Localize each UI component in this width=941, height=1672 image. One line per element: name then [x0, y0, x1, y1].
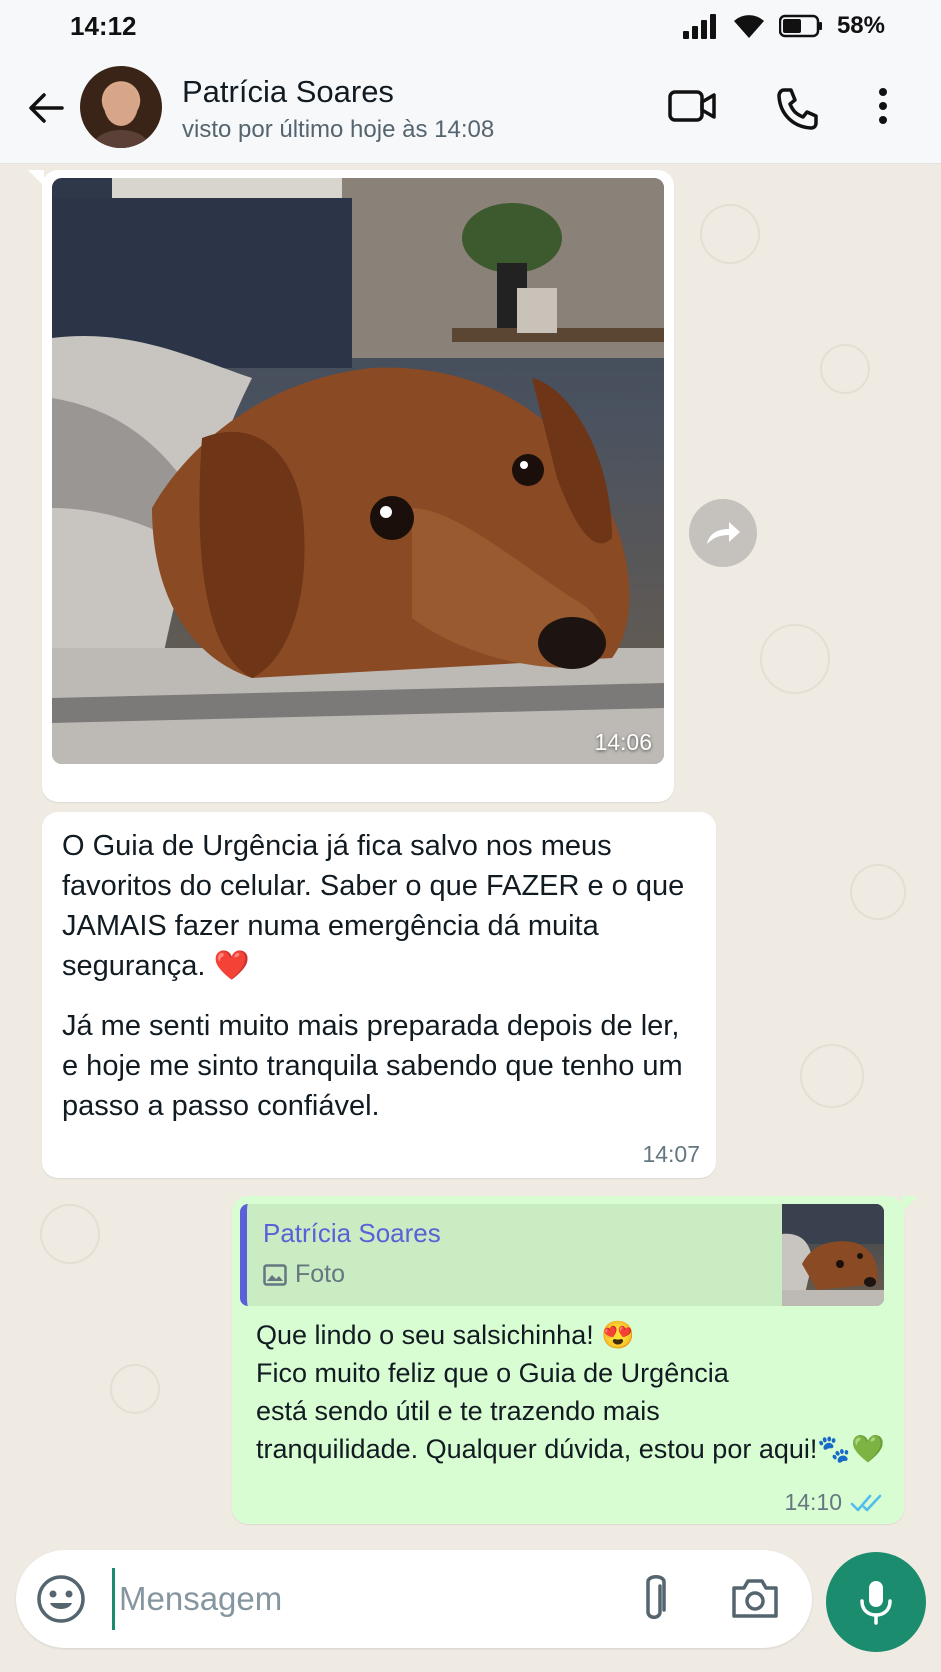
last-seen-status: visto por último hoje às 14:08: [182, 116, 495, 143]
battery-percent: 58%: [836, 12, 885, 39]
message-paragraph: O Guia de Urgência já fica salvo nos meu…: [62, 830, 685, 982]
message-time: 14:06: [594, 729, 652, 755]
forward-button[interactable]: [689, 499, 757, 567]
message-paragraph: Já me senti muito mais preparada depois …: [62, 1010, 683, 1122]
chat-header: Patrícia Soares visto por último hoje às…: [0, 52, 941, 164]
video-call-icon[interactable]: [668, 86, 718, 126]
emoji-icon[interactable]: [36, 1574, 86, 1624]
quote-type-label: Foto: [295, 1260, 346, 1288]
message-line: está sendo útil e te trazendo mais: [256, 1396, 660, 1426]
message-time: 14:10: [784, 1489, 842, 1515]
camera-icon[interactable]: [730, 1576, 780, 1620]
wifi-icon: [733, 15, 764, 39]
quote-type: Foto: [263, 1260, 345, 1289]
status-icons: 58%: [682, 12, 885, 40]
quote-author: Patrícia Soares: [263, 1218, 441, 1248]
incoming-message-text: O Guia de Urgência já fica salvo nos meu…: [62, 826, 696, 1126]
message-line: tranquilidade. Qualquer dúvida, estou po…: [256, 1434, 885, 1464]
quoted-message[interactable]: Patrícia Soares Foto: [240, 1204, 884, 1306]
voice-call-icon[interactable]: [774, 86, 820, 132]
signal-icon: [682, 14, 716, 39]
status-time: 14:12: [70, 10, 137, 41]
message-input[interactable]: [112, 1568, 592, 1630]
message-composer: [16, 1550, 812, 1648]
photo-dachshund[interactable]: 14:06: [52, 178, 664, 764]
outgoing-message-text: Que lindo o seu salsichinha! 😍 Fico muit…: [256, 1316, 896, 1468]
microphone-icon: [860, 1581, 892, 1625]
outgoing-message[interactable]: Patrícia Soares Foto Que lindo o seu sal…: [232, 1196, 918, 1524]
message-time: 14:07: [642, 1141, 700, 1167]
status-bar: 14:12 58%: [0, 0, 941, 52]
more-options-icon[interactable]: [876, 86, 890, 126]
voice-message-button[interactable]: [826, 1552, 926, 1652]
back-arrow-icon[interactable]: [26, 88, 66, 128]
message-line: Fico muito feliz que o Guia de Urgência: [256, 1358, 729, 1388]
message-line: Que lindo o seu salsichinha! 😍: [256, 1320, 635, 1350]
incoming-message[interactable]: O Guia de Urgência já fica salvo nos meu…: [42, 812, 716, 1178]
message-meta: 14:10: [784, 1489, 886, 1516]
forward-icon: [707, 522, 740, 544]
quote-thumbnail: [782, 1204, 884, 1306]
double-check-read-icon: [850, 1494, 882, 1511]
contact-name[interactable]: Patrícia Soares: [182, 74, 394, 110]
avatar[interactable]: [80, 66, 162, 148]
dachshund-photo-illustration: [52, 178, 664, 764]
image-message[interactable]: 14:06: [28, 170, 674, 802]
image-icon: [263, 1263, 287, 1286]
attach-icon[interactable]: [638, 1572, 670, 1626]
battery-icon: [778, 14, 822, 38]
